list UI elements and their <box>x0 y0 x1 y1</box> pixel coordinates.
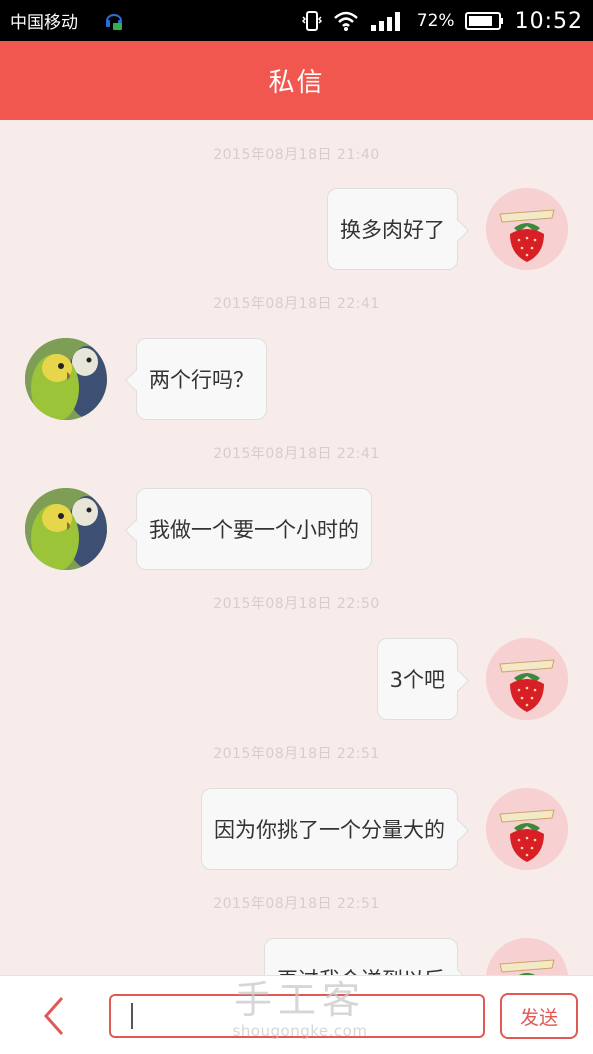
message-bubble-outgoing[interactable]: 因为你挑了一个分量大的 <box>201 788 458 870</box>
status-icons: 72% 10:52 <box>301 6 583 36</box>
strawberry-avatar-icon <box>486 788 568 870</box>
message-bubble-outgoing[interactable]: 3个吧 <box>376 638 458 720</box>
wifi-icon <box>333 11 358 31</box>
message-text: 两个行吗？ <box>149 368 254 392</box>
message-timestamp: 2015年08月18日 22:51 <box>213 896 380 912</box>
my-avatar[interactable] <box>486 638 568 720</box>
message-timestamp: 2015年08月18日 22:50 <box>213 596 380 612</box>
signal-icon <box>370 12 400 31</box>
strawberry-avatar-icon <box>486 188 568 270</box>
message-bubble-incoming[interactable]: 我做一个要一个小时的 <box>136 488 372 570</box>
message-timestamp: 2015年08月18日 22:41 <box>213 446 380 462</box>
back-arrow-icon[interactable] <box>36 994 72 1038</box>
parakeet-avatar-icon <box>25 338 107 420</box>
message-timestamp: 2015年08月18日 22:41 <box>213 296 380 312</box>
message-text: 因为你挑了一个分量大的 <box>214 818 445 842</box>
carrier-name: 中国移动 <box>10 13 78 33</box>
message-input[interactable] <box>109 994 485 1038</box>
app-header: 私信 <box>0 41 593 120</box>
strawberry-avatar-icon <box>486 638 568 720</box>
vibrate-icon <box>301 11 322 31</box>
message-timestamp: 2015年08月18日 22:51 <box>213 746 380 762</box>
message-text: 换多肉好了 <box>340 218 445 242</box>
message-input-bar: 发送 <box>0 975 593 1054</box>
status-bar: 中国移动 72% 10:52 <box>0 0 593 41</box>
message-bubble-outgoing[interactable]: 换多肉好了 <box>327 188 458 270</box>
strawberry-avatar-icon <box>486 938 568 975</box>
battery-icon <box>464 12 503 30</box>
message-text: 我做一个要一个小时的 <box>149 518 359 542</box>
notification-headset-icon <box>106 14 122 30</box>
my-avatar[interactable] <box>486 788 568 870</box>
send-button[interactable]: 发送 <box>500 993 578 1039</box>
message-bubble-incoming[interactable]: 两个行吗？ <box>136 338 267 420</box>
parakeet-avatar-icon <box>25 488 107 570</box>
battery-percent: 72% <box>416 11 455 31</box>
message-text: 再过我会送到以后 <box>277 964 445 975</box>
clock: 10:52 <box>514 8 583 34</box>
text-cursor <box>131 1003 133 1029</box>
my-avatar[interactable] <box>486 188 568 270</box>
message-timestamp: 2015年08月18日 21:40 <box>213 147 380 163</box>
contact-avatar[interactable] <box>25 338 107 420</box>
message-bubble-outgoing[interactable]: 再过我会送到以后 <box>264 938 458 975</box>
contact-avatar[interactable] <box>25 488 107 570</box>
message-text: 3个吧 <box>389 668 445 692</box>
chat-list[interactable]: 2015年08月18日 21:40 换多肉好了 2015年08月18日 22:4… <box>0 120 593 975</box>
page-title: 私信 <box>268 68 325 98</box>
my-avatar[interactable] <box>486 938 568 975</box>
